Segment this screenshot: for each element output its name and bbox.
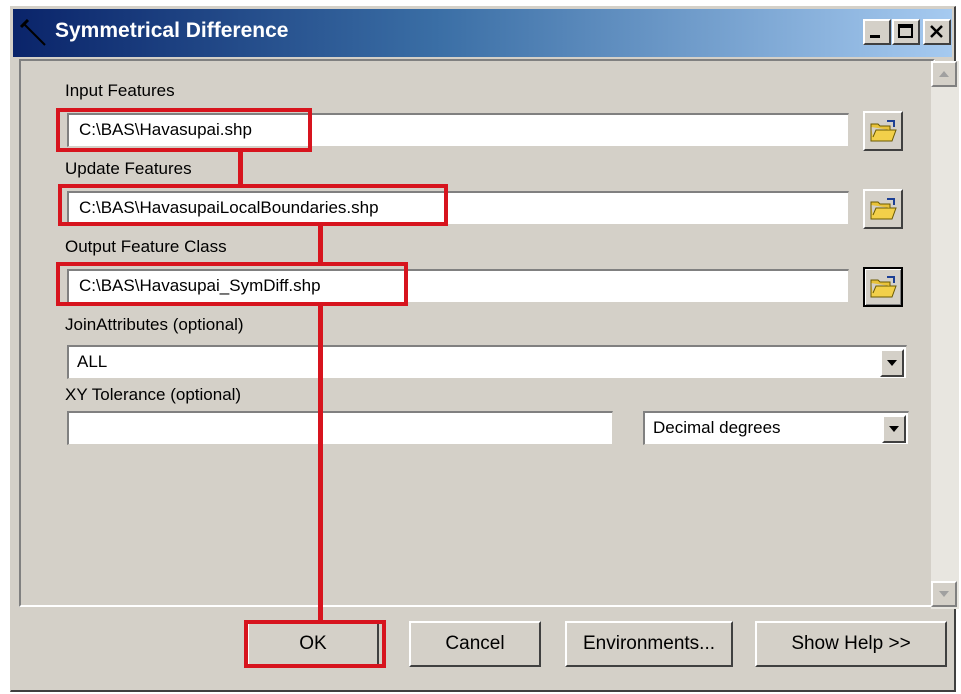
folder-open-icon	[870, 198, 897, 220]
xy-tolerance-field[interactable]	[67, 411, 613, 445]
input-features-browse-button[interactable]	[863, 111, 903, 151]
output-feature-class-label: Output Feature Class	[65, 237, 227, 256]
input-features-label: Input Features	[65, 81, 175, 100]
join-attributes-select[interactable]: ALL	[67, 345, 907, 379]
title-bar[interactable]: Symmetrical Difference	[13, 9, 952, 57]
arrow-up-icon	[939, 71, 949, 77]
hammer-icon	[19, 19, 46, 46]
cancel-button[interactable]: Cancel	[409, 621, 541, 667]
output-highlight-box	[56, 262, 408, 306]
vertical-scrollbar[interactable]	[931, 61, 959, 609]
show-help-button[interactable]: Show Help >>	[755, 621, 947, 667]
join-attributes-value: ALL	[77, 352, 108, 371]
ok-highlight-box	[244, 620, 386, 668]
scroll-down-button[interactable]	[931, 581, 957, 607]
minimize-button[interactable]	[863, 19, 891, 45]
connector-line	[238, 150, 243, 186]
xy-tolerance-units-value: Decimal degrees	[653, 418, 781, 437]
environments-button[interactable]: Environments...	[565, 621, 733, 667]
close-icon	[930, 25, 943, 38]
maximize-icon	[898, 24, 913, 38]
arrow-down-icon	[939, 591, 949, 597]
chevron-down-icon[interactable]	[882, 415, 906, 443]
connector-line	[318, 224, 323, 264]
input-highlight-box	[56, 108, 312, 152]
maximize-button[interactable]	[892, 19, 920, 45]
folder-open-icon	[870, 276, 897, 298]
output-feature-class-browse-button[interactable]	[863, 267, 903, 307]
folder-open-icon	[870, 120, 897, 142]
xy-tolerance-units-select[interactable]: Decimal degrees	[643, 411, 909, 445]
close-button[interactable]	[923, 19, 951, 45]
xy-tolerance-label: XY Tolerance (optional)	[65, 385, 242, 404]
connector-line	[318, 304, 323, 622]
update-features-browse-button[interactable]	[863, 189, 903, 229]
update-highlight-box	[58, 184, 448, 226]
minimize-icon	[870, 35, 880, 38]
update-features-label: Update Features	[65, 159, 192, 178]
scroll-up-button[interactable]	[931, 61, 957, 87]
chevron-down-icon[interactable]	[880, 349, 904, 377]
join-attributes-label: JoinAttributes (optional)	[65, 315, 244, 334]
window-title: Symmetrical Difference	[55, 19, 289, 42]
